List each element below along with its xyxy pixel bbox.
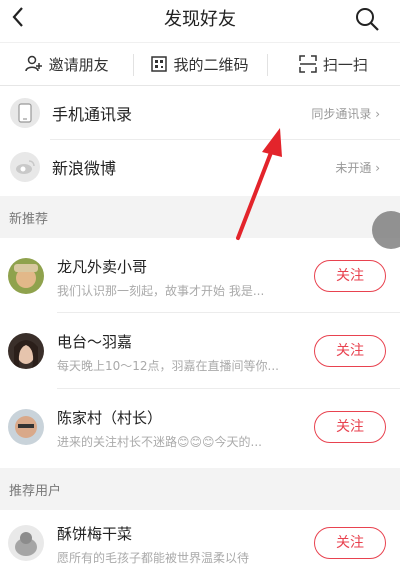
- user-description: 每天晚上10～12点，羽嘉在直播间等你...: [57, 359, 279, 373]
- weibo-status[interactable]: 未开通 ›: [335, 159, 380, 176]
- invite-friends-label: 邀请朋友: [48, 55, 109, 74]
- page-title: 发现好友: [164, 9, 236, 30]
- follow-button[interactable]: 关注: [314, 527, 386, 559]
- scan-label: 扫一扫: [322, 55, 368, 74]
- avatar[interactable]: [8, 258, 44, 294]
- action-bar: 邀请朋友 我的二维码 扫一扫: [0, 42, 400, 86]
- search-icon[interactable]: [354, 6, 380, 32]
- weibo-icon: [10, 152, 40, 182]
- user-description: 愿所有的毛孩子都能被世界温柔以待: [57, 551, 250, 565]
- follow-button[interactable]: 关注: [314, 335, 386, 367]
- phone-icon: [10, 98, 40, 128]
- user-name: 电台～羽嘉: [57, 333, 133, 351]
- follow-button[interactable]: 关注: [314, 260, 386, 292]
- user-card[interactable]: 酥饼梅干菜 愿所有的毛孩子都能被世界温柔以待 关注: [0, 505, 400, 576]
- top-bar: 发现好友: [0, 0, 400, 38]
- sync-contacts-link[interactable]: 同步通讯录 ›: [311, 105, 380, 122]
- phone-contacts-row[interactable]: 手机通讯录 同步通讯录 ›: [0, 86, 400, 140]
- scan-button[interactable]: 扫一扫: [266, 43, 400, 85]
- phone-contacts-label: 手机通讯录: [52, 105, 133, 124]
- section-header-recommended: 推荐用户: [0, 468, 400, 510]
- section-header-new: 新推荐: [0, 196, 400, 238]
- user-card[interactable]: 龙凡外卖小哥 我们认识那一刻起，故事才开始 我是... 关注: [0, 238, 400, 318]
- invite-friends-button[interactable]: 邀请朋友: [0, 43, 133, 85]
- section-title: 推荐用户: [9, 484, 62, 499]
- follow-button[interactable]: 关注: [314, 411, 386, 443]
- my-qr-code-button[interactable]: 我的二维码: [133, 43, 266, 85]
- user-name: 龙凡外卖小哥: [57, 258, 148, 276]
- user-description: 我们认识那一刻起，故事才开始 我是...: [57, 284, 265, 298]
- avatar[interactable]: [8, 333, 44, 369]
- avatar[interactable]: [8, 409, 44, 445]
- my-qr-code-label: 我的二维码: [173, 55, 249, 74]
- weibo-label: 新浪微博: [52, 159, 117, 178]
- user-name: 陈家村（村长）: [57, 409, 163, 427]
- user-name: 酥饼梅干菜: [57, 525, 133, 543]
- user-card[interactable]: 陈家村（村长） 进来的关注村长不迷路😊😊😊今天的... 关注: [0, 389, 400, 469]
- add-person-icon: [24, 55, 42, 72]
- find-friends-page: 发现好友 邀请朋友 我的二维码 扫一扫 手机通讯录 同步通讯录 › 新浪微博 未…: [0, 0, 400, 576]
- section-title: 新推荐: [9, 212, 49, 227]
- qr-code-icon: [151, 56, 168, 72]
- user-description: 进来的关注村长不迷路😊😊😊今天的...: [57, 435, 262, 449]
- avatar[interactable]: [8, 525, 44, 561]
- weibo-row[interactable]: 新浪微博 未开通 ›: [0, 140, 400, 194]
- scan-icon: [299, 55, 317, 73]
- user-card[interactable]: 电台～羽嘉 每天晚上10～12点，羽嘉在直播间等你... 关注: [0, 313, 400, 393]
